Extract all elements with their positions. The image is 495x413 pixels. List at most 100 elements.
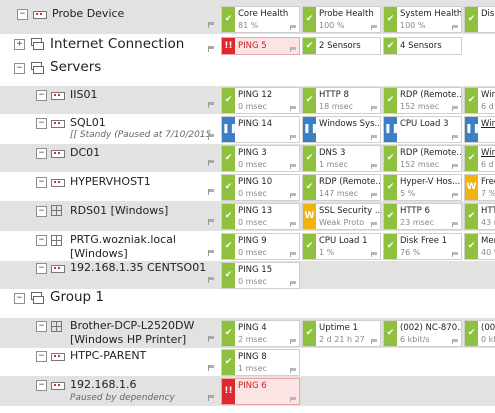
sensor-mem[interactable]: ✔ Mem 40 % xyxy=(464,233,495,260)
flag-icon[interactable] xyxy=(208,250,215,256)
flag-icon[interactable] xyxy=(290,222,297,227)
collapse-toggle[interactable]: − xyxy=(36,118,47,129)
sensor-win[interactable]: ✔ Win 6 d xyxy=(464,145,495,172)
collapse-toggle[interactable]: − xyxy=(14,293,25,304)
sensor-ping-5[interactable]: !! PING 5 xyxy=(221,37,300,55)
flag-icon[interactable] xyxy=(371,25,378,30)
flag-icon[interactable] xyxy=(452,135,459,140)
device-name[interactable]: Brother-DCP-L2520DW xyxy=(70,319,194,332)
flag-icon[interactable] xyxy=(452,106,459,111)
flag-icon[interactable] xyxy=(208,336,215,342)
sensor-cpu-load-1[interactable]: ✔ CPU Load 1 1 % xyxy=(302,233,381,260)
sensor-dns-3[interactable]: ✔ DNS 3 1 msec xyxy=(302,145,381,172)
flag-icon[interactable] xyxy=(371,106,378,111)
sensor-hyper-v-host[interactable]: ✔ Hyper-V Hos... 5 % xyxy=(383,174,462,201)
flag-icon[interactable] xyxy=(371,164,378,169)
collapse-toggle[interactable]: − xyxy=(36,148,47,159)
sensor-http-8[interactable]: ✔ HTTP 8 18 msec xyxy=(302,87,381,114)
sensor-ping-6[interactable]: !! PING 6 xyxy=(221,378,300,405)
flag-icon[interactable] xyxy=(371,135,378,140)
sensor-windows-sys[interactable]: ❚❚ Windows Sys... xyxy=(302,116,381,143)
sensor-ping-12[interactable]: ✔ PING 12 0 msec xyxy=(221,87,300,114)
flag-icon[interactable] xyxy=(208,46,215,52)
sensor-rdp[interactable]: ✔ RDP (Remote... 147 msec xyxy=(302,174,381,201)
flag-icon[interactable] xyxy=(290,368,297,373)
device-name[interactable]: IIS01 xyxy=(70,88,97,101)
flag-icon[interactable] xyxy=(290,135,297,140)
sensor-win[interactable]: ✔ Win 6 d xyxy=(464,87,495,114)
flag-icon[interactable] xyxy=(208,395,215,401)
sensor-ping-3[interactable]: ✔ PING 3 0 msec xyxy=(221,145,300,172)
sensor-ssl-security[interactable]: W SSL Security ... Weak Proto xyxy=(302,203,381,230)
flag-icon[interactable] xyxy=(208,102,215,108)
sensor-ping-13[interactable]: ✔ PING 13 0 msec xyxy=(221,203,300,230)
flag-icon[interactable] xyxy=(208,365,215,371)
flag-icon[interactable] xyxy=(452,164,459,169)
sensor-rdp[interactable]: ✔ RDP (Remote... 152 msec xyxy=(383,145,462,172)
flag-icon[interactable] xyxy=(371,193,378,198)
sensor-core-health[interactable]: ✔ Core Health 81 % xyxy=(221,6,300,33)
flag-icon[interactable] xyxy=(371,222,378,227)
flag-icon[interactable] xyxy=(208,189,215,195)
sensor-ping-15[interactable]: ✔ PING 15 0 msec xyxy=(221,262,300,289)
sensor-ping-4[interactable]: ✔ PING 4 2 msec xyxy=(221,320,300,347)
collapse-toggle[interactable]: − xyxy=(36,177,47,188)
flag-icon[interactable] xyxy=(290,397,297,402)
sensor-uptime-1[interactable]: ✔ Uptime 1 2 d 21 h 27 xyxy=(302,320,381,347)
flag-icon[interactable] xyxy=(208,134,215,140)
device-name[interactable]: SQL01 xyxy=(70,116,106,129)
collapse-toggle[interactable]: − xyxy=(36,90,47,101)
device-name[interactable]: HYPERVHOST1 xyxy=(70,175,151,188)
collapse-toggle[interactable]: − xyxy=(36,380,47,391)
collapse-toggle[interactable]: − xyxy=(36,206,47,217)
sensor-rdp[interactable]: ✔ RDP (Remote... 152 msec xyxy=(383,87,462,114)
group-name[interactable]: Group 1 xyxy=(50,289,104,305)
device-name[interactable]: RDS01 [Windows] xyxy=(70,204,168,217)
device-name[interactable]: HTPC-PARENT xyxy=(70,349,146,362)
sensor-free[interactable]: W Free 7 % xyxy=(464,174,495,201)
flag-icon[interactable] xyxy=(290,339,297,344)
flag-icon[interactable] xyxy=(290,47,297,52)
sensor-4-sensors[interactable]: ✔ 4 Sensors xyxy=(383,37,462,55)
flag-icon[interactable] xyxy=(208,160,215,166)
device-name[interactable]: Probe Device xyxy=(52,7,124,20)
sensor-00[interactable]: ✔ (00 0 kb xyxy=(464,320,495,347)
device-name[interactable]: PRTG.wozniak.local xyxy=(70,233,176,246)
device-name[interactable]: 192.168.1.6 xyxy=(70,378,136,391)
flag-icon[interactable] xyxy=(290,164,297,169)
flag-icon[interactable] xyxy=(208,219,215,225)
sensor-http-6[interactable]: ✔ HTTP 6 23 msec xyxy=(383,203,462,230)
flag-icon[interactable] xyxy=(290,281,297,286)
flag-icon[interactable] xyxy=(290,252,297,257)
flag-icon[interactable] xyxy=(208,277,215,283)
sensor-ping-8[interactable]: ✔ PING 8 1 msec xyxy=(221,349,300,376)
flag-icon[interactable] xyxy=(290,25,297,30)
flag-icon[interactable] xyxy=(452,252,459,257)
sensor-probe-health[interactable]: ✔ Probe Health 100 % xyxy=(302,6,381,33)
flag-icon[interactable] xyxy=(290,106,297,111)
sensor-win[interactable]: ❚❚ Win xyxy=(464,116,495,143)
collapse-toggle[interactable]: − xyxy=(36,351,47,362)
flag-icon[interactable] xyxy=(452,339,459,344)
flag-icon[interactable] xyxy=(452,222,459,227)
sensor-nc-870[interactable]: ✔ (002) NC-870... 6 kbit/s xyxy=(383,320,462,347)
sensor-disk-free-1[interactable]: ✔ Disk Free 1 76 % xyxy=(383,233,462,260)
sensor-ping-10[interactable]: ✔ PING 10 0 msec xyxy=(221,174,300,201)
group-name[interactable]: Internet Connection xyxy=(50,36,184,52)
collapse-toggle[interactable]: − xyxy=(17,9,28,20)
sensor-http[interactable]: ✔ HTT 43 m xyxy=(464,203,495,230)
flag-icon[interactable] xyxy=(290,193,297,198)
collapse-toggle[interactable]: − xyxy=(14,63,25,74)
group-name[interactable]: Servers xyxy=(50,59,101,75)
flag-icon[interactable] xyxy=(371,339,378,344)
sensor-disk[interactable]: ✔ Disk xyxy=(464,6,495,33)
device-name[interactable]: DC01 xyxy=(70,146,100,159)
flag-icon[interactable] xyxy=(452,193,459,198)
sensor-cpu-load-3[interactable]: ❚❚ CPU Load 3 xyxy=(383,116,462,143)
device-name[interactable]: 192.168.1.35 CENTSO01 xyxy=(70,261,206,274)
flag-icon[interactable] xyxy=(452,25,459,30)
sensor-2-sensors[interactable]: ✔ 2 Sensors xyxy=(302,37,381,55)
collapse-toggle[interactable]: − xyxy=(36,263,47,274)
collapse-toggle[interactable]: − xyxy=(36,321,47,332)
sensor-ping-14[interactable]: ❚❚ PING 14 xyxy=(221,116,300,143)
